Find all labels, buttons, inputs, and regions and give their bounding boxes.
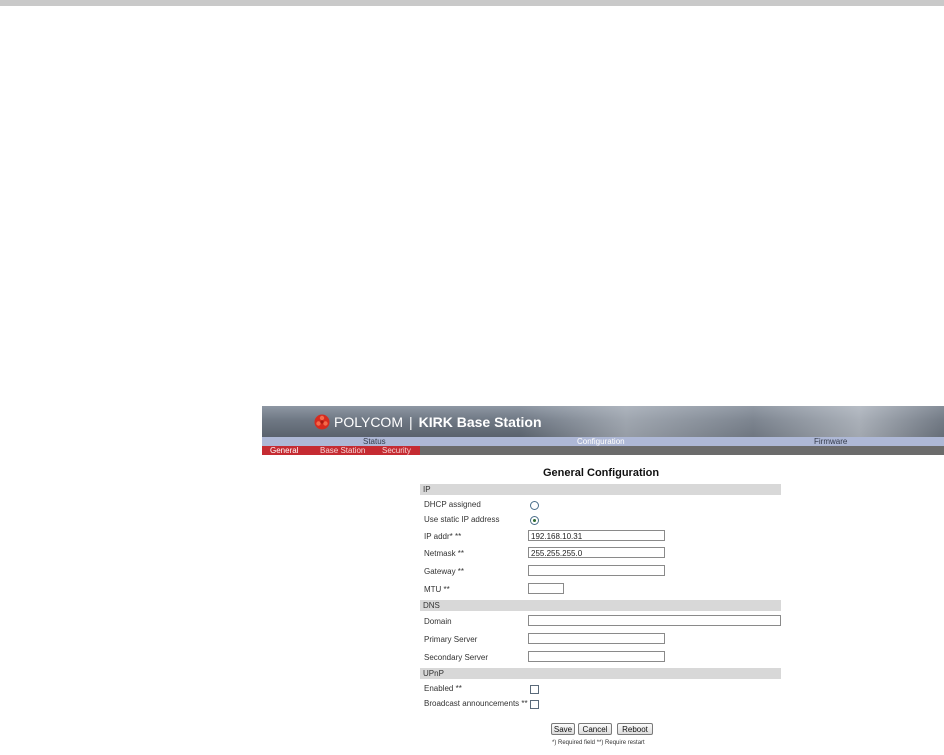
main-nav: Status Configuration Firmware (262, 437, 944, 446)
top-border (0, 0, 944, 6)
gateway-field[interactable] (528, 565, 665, 576)
nav-item-firmware[interactable]: Firmware (814, 437, 847, 446)
sub-nav: General Base Station Security (262, 446, 944, 455)
static-ip-label: Use static IP address (424, 515, 500, 524)
brand-separator: | (408, 414, 413, 430)
product-name: KIRK Base Station (418, 414, 542, 430)
upnp-enabled-checkbox[interactable] (530, 685, 539, 694)
tab-security[interactable]: Security (382, 446, 411, 455)
ip-addr-label: IP addr* ** (424, 532, 462, 541)
reboot-button[interactable]: Reboot (617, 723, 653, 735)
broadcast-checkbox[interactable] (530, 700, 539, 709)
netmask-field[interactable]: 255.255.255.0 (528, 547, 665, 558)
brand-name: POLYCOM (334, 414, 403, 430)
secondary-server-field[interactable] (528, 651, 665, 662)
web-admin-screenshot: POLYCOM | KIRK Base Station Status Confi… (262, 406, 944, 755)
upnp-enabled-label: Enabled ** (424, 684, 462, 693)
header-banner: POLYCOM | KIRK Base Station (262, 406, 944, 437)
tab-base-station[interactable]: Base Station (320, 446, 365, 455)
primary-server-label: Primary Server (424, 635, 478, 644)
save-button[interactable]: Save (551, 723, 575, 735)
netmask-label: Netmask ** (424, 549, 465, 558)
footnote: *) Required field **) Require restart (552, 740, 645, 746)
banner-photo (520, 406, 944, 437)
polycom-logo: POLYCOM | KIRK Base Station (314, 412, 542, 432)
ip-addr-field[interactable]: 192.168.10.31 (528, 530, 665, 541)
section-header-dns: DNS (420, 600, 781, 611)
primary-server-field[interactable] (528, 633, 665, 644)
polycom-logo-icon (314, 414, 330, 430)
section-header-ip: IP (420, 484, 781, 495)
gateway-label: Gateway ** (424, 567, 465, 576)
page-title: General Configuration (543, 467, 660, 479)
dhcp-radio[interactable] (530, 501, 539, 510)
static-ip-radio[interactable] (530, 516, 539, 525)
mtu-label: MTU ** (424, 585, 450, 594)
mtu-field[interactable] (528, 583, 564, 594)
domain-field[interactable] (528, 615, 781, 626)
domain-label: Domain (424, 617, 452, 626)
nav-item-configuration[interactable]: Configuration (577, 437, 625, 446)
tab-general[interactable]: General (270, 446, 298, 455)
nav-item-status[interactable]: Status (363, 437, 386, 446)
broadcast-label: Broadcast announcements ** (424, 699, 528, 708)
section-header-upnp: UPnP (420, 668, 781, 679)
dhcp-label: DHCP assigned (424, 500, 481, 509)
cancel-button[interactable]: Cancel (578, 723, 612, 735)
secondary-server-label: Secondary Server (424, 653, 489, 662)
